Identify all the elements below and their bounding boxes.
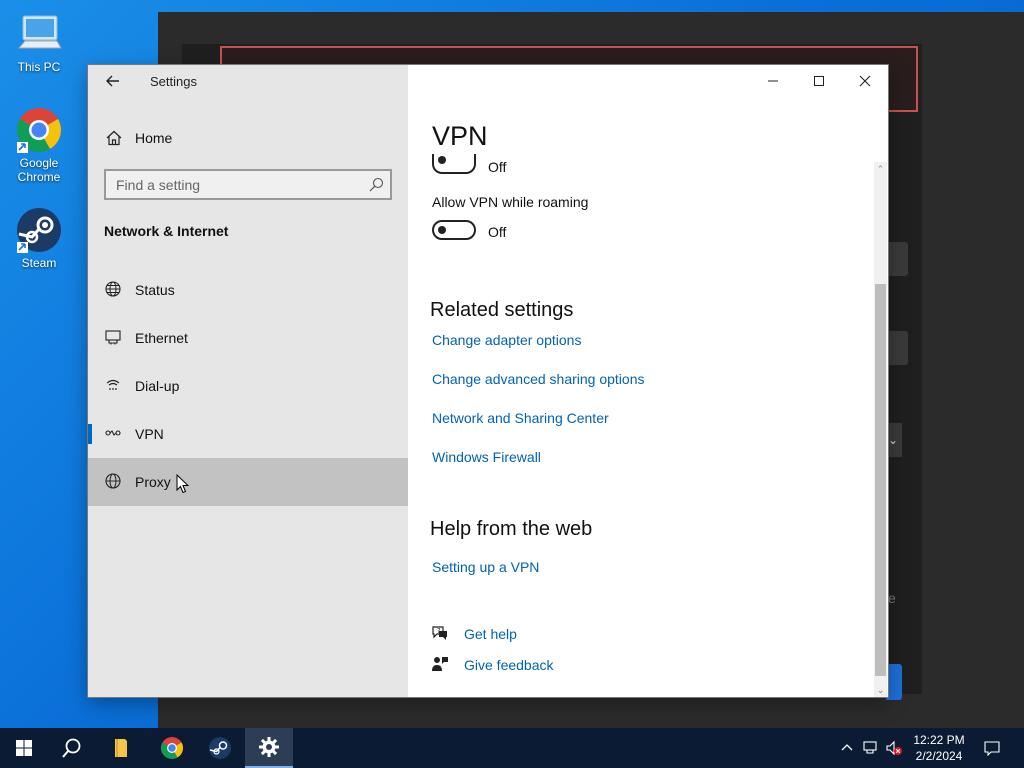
link-change-advanced-sharing[interactable]: Change advanced sharing options — [432, 371, 645, 387]
sidebar-item-vpn[interactable]: VPN — [88, 410, 408, 458]
section-header: Network & Internet — [104, 223, 229, 239]
related-settings-header: Related settings — [430, 299, 574, 321]
sidebar-item-dial-up[interactable]: Dial-up — [88, 362, 408, 410]
clock-time: 12:22 PM — [913, 733, 965, 747]
scroll-thumb[interactable] — [875, 284, 886, 676]
sidebar-item-ethernet[interactable]: Ethernet — [88, 314, 408, 362]
vpn-icon — [104, 424, 122, 442]
selected-indicator — [88, 424, 92, 444]
chrome-icon — [161, 737, 183, 759]
show-hidden-icons-chevron-up-icon[interactable] — [840, 740, 856, 756]
steam-icon — [15, 206, 63, 254]
link-get-help[interactable]: Get help — [464, 626, 517, 642]
taskbar-search-button[interactable] — [48, 728, 96, 768]
scroll-down-icon[interactable]: ⌄ — [874, 683, 887, 697]
link-setting-up-vpn[interactable]: Setting up a VPN — [432, 559, 539, 575]
chrome-label: Google Chrome — [17, 156, 61, 184]
svg-text:?: ? — [437, 627, 441, 635]
allow-roaming-toggle[interactable] — [432, 220, 476, 240]
window-title: Settings — [150, 74, 197, 89]
page-title: VPN — [432, 121, 488, 151]
back-arrow-icon[interactable] — [102, 70, 124, 92]
taskbar-file-explorer[interactable] — [97, 728, 145, 768]
toggle-state: Off — [488, 159, 507, 175]
this-pc-icon — [15, 10, 63, 58]
desktop-icon-steam[interactable]: Steam — [8, 206, 70, 270]
give-feedback-icon — [431, 655, 449, 673]
taskbar-chrome[interactable] — [148, 728, 196, 768]
link-give-feedback[interactable]: Give feedback — [464, 657, 554, 673]
globe-status-icon — [104, 280, 122, 298]
file-explorer-icon — [115, 739, 127, 757]
desktop-icon-label: Steam — [21, 256, 57, 270]
taskbar: 12:22 PM 2/2/2024 — [0, 728, 1024, 768]
vpn-toggle[interactable] — [432, 154, 476, 174]
background-text-fragment: e — [888, 590, 896, 606]
link-change-adapter-options[interactable]: Change adapter options — [432, 332, 581, 348]
sidebar-item-status[interactable]: Status — [88, 266, 408, 314]
network-icon[interactable] — [862, 740, 878, 756]
allow-roaming-label: Allow VPN while roaming — [432, 194, 589, 210]
dialup-icon — [104, 376, 122, 394]
toggle-knob — [438, 156, 446, 164]
settings-sidebar: Settings Home Find a setting Network & I… — [88, 65, 408, 697]
help-from-web-header: Help from the web — [430, 518, 593, 540]
toggle-knob — [438, 226, 446, 234]
globe-icon — [104, 472, 122, 490]
link-windows-firewall[interactable]: Windows Firewall — [432, 449, 541, 465]
taskbar-clock[interactable]: 12:22 PM 2/2/2024 — [908, 732, 970, 764]
taskbar-steam[interactable] — [196, 728, 244, 768]
desktop-icon-this-pc[interactable]: This PC — [8, 10, 70, 74]
search-icon — [62, 738, 81, 758]
home-icon — [105, 129, 123, 147]
sidebar-item-label: Proxy — [135, 474, 171, 490]
ethernet-icon — [104, 328, 122, 346]
taskbar-settings[interactable] — [245, 728, 293, 768]
volume-muted-icon[interactable] — [885, 740, 902, 756]
settings-window: Settings Home Find a setting Network & I… — [88, 65, 888, 697]
search-placeholder: Find a setting — [116, 177, 201, 193]
toggle-state: Off — [488, 224, 507, 240]
steam-icon — [209, 737, 231, 759]
sidebar-item-label: Home — [135, 130, 173, 146]
scroll-up-icon[interactable]: ⌃ — [874, 162, 887, 176]
gear-icon — [259, 737, 279, 757]
get-help-icon: ? — [431, 624, 449, 642]
desktop-icon-label: This PC — [17, 60, 61, 74]
chrome-icon — [15, 106, 63, 154]
sidebar-item-label: Dial-up — [135, 378, 180, 394]
sidebar-item-proxy[interactable]: Proxy — [88, 458, 408, 506]
mouse-cursor-icon — [176, 473, 190, 494]
search-icon — [368, 177, 384, 193]
sidebar-item-label: Status — [135, 282, 175, 298]
sidebar-item-label: VPN — [135, 426, 164, 442]
action-center-icon[interactable] — [983, 740, 1000, 757]
windows-logo-icon — [16, 740, 32, 756]
sidebar-item-home[interactable]: Home — [88, 125, 408, 153]
content-scrollbar[interactable]: ⌃ ⌄ — [874, 162, 887, 697]
desktop-icon-chrome[interactable]: Google Chrome — [8, 106, 70, 184]
clock-date: 2/2/2024 — [915, 749, 963, 763]
search-input[interactable]: Find a setting — [104, 169, 392, 200]
link-network-sharing-center[interactable]: Network and Sharing Center — [432, 410, 609, 426]
sidebar-item-label: Ethernet — [135, 330, 188, 346]
settings-content: VPN Off Allow VPN while roaming Off Rela… — [408, 65, 888, 697]
desktop-icon-label: Google Chrome — [8, 156, 70, 184]
start-button[interactable] — [0, 728, 48, 768]
